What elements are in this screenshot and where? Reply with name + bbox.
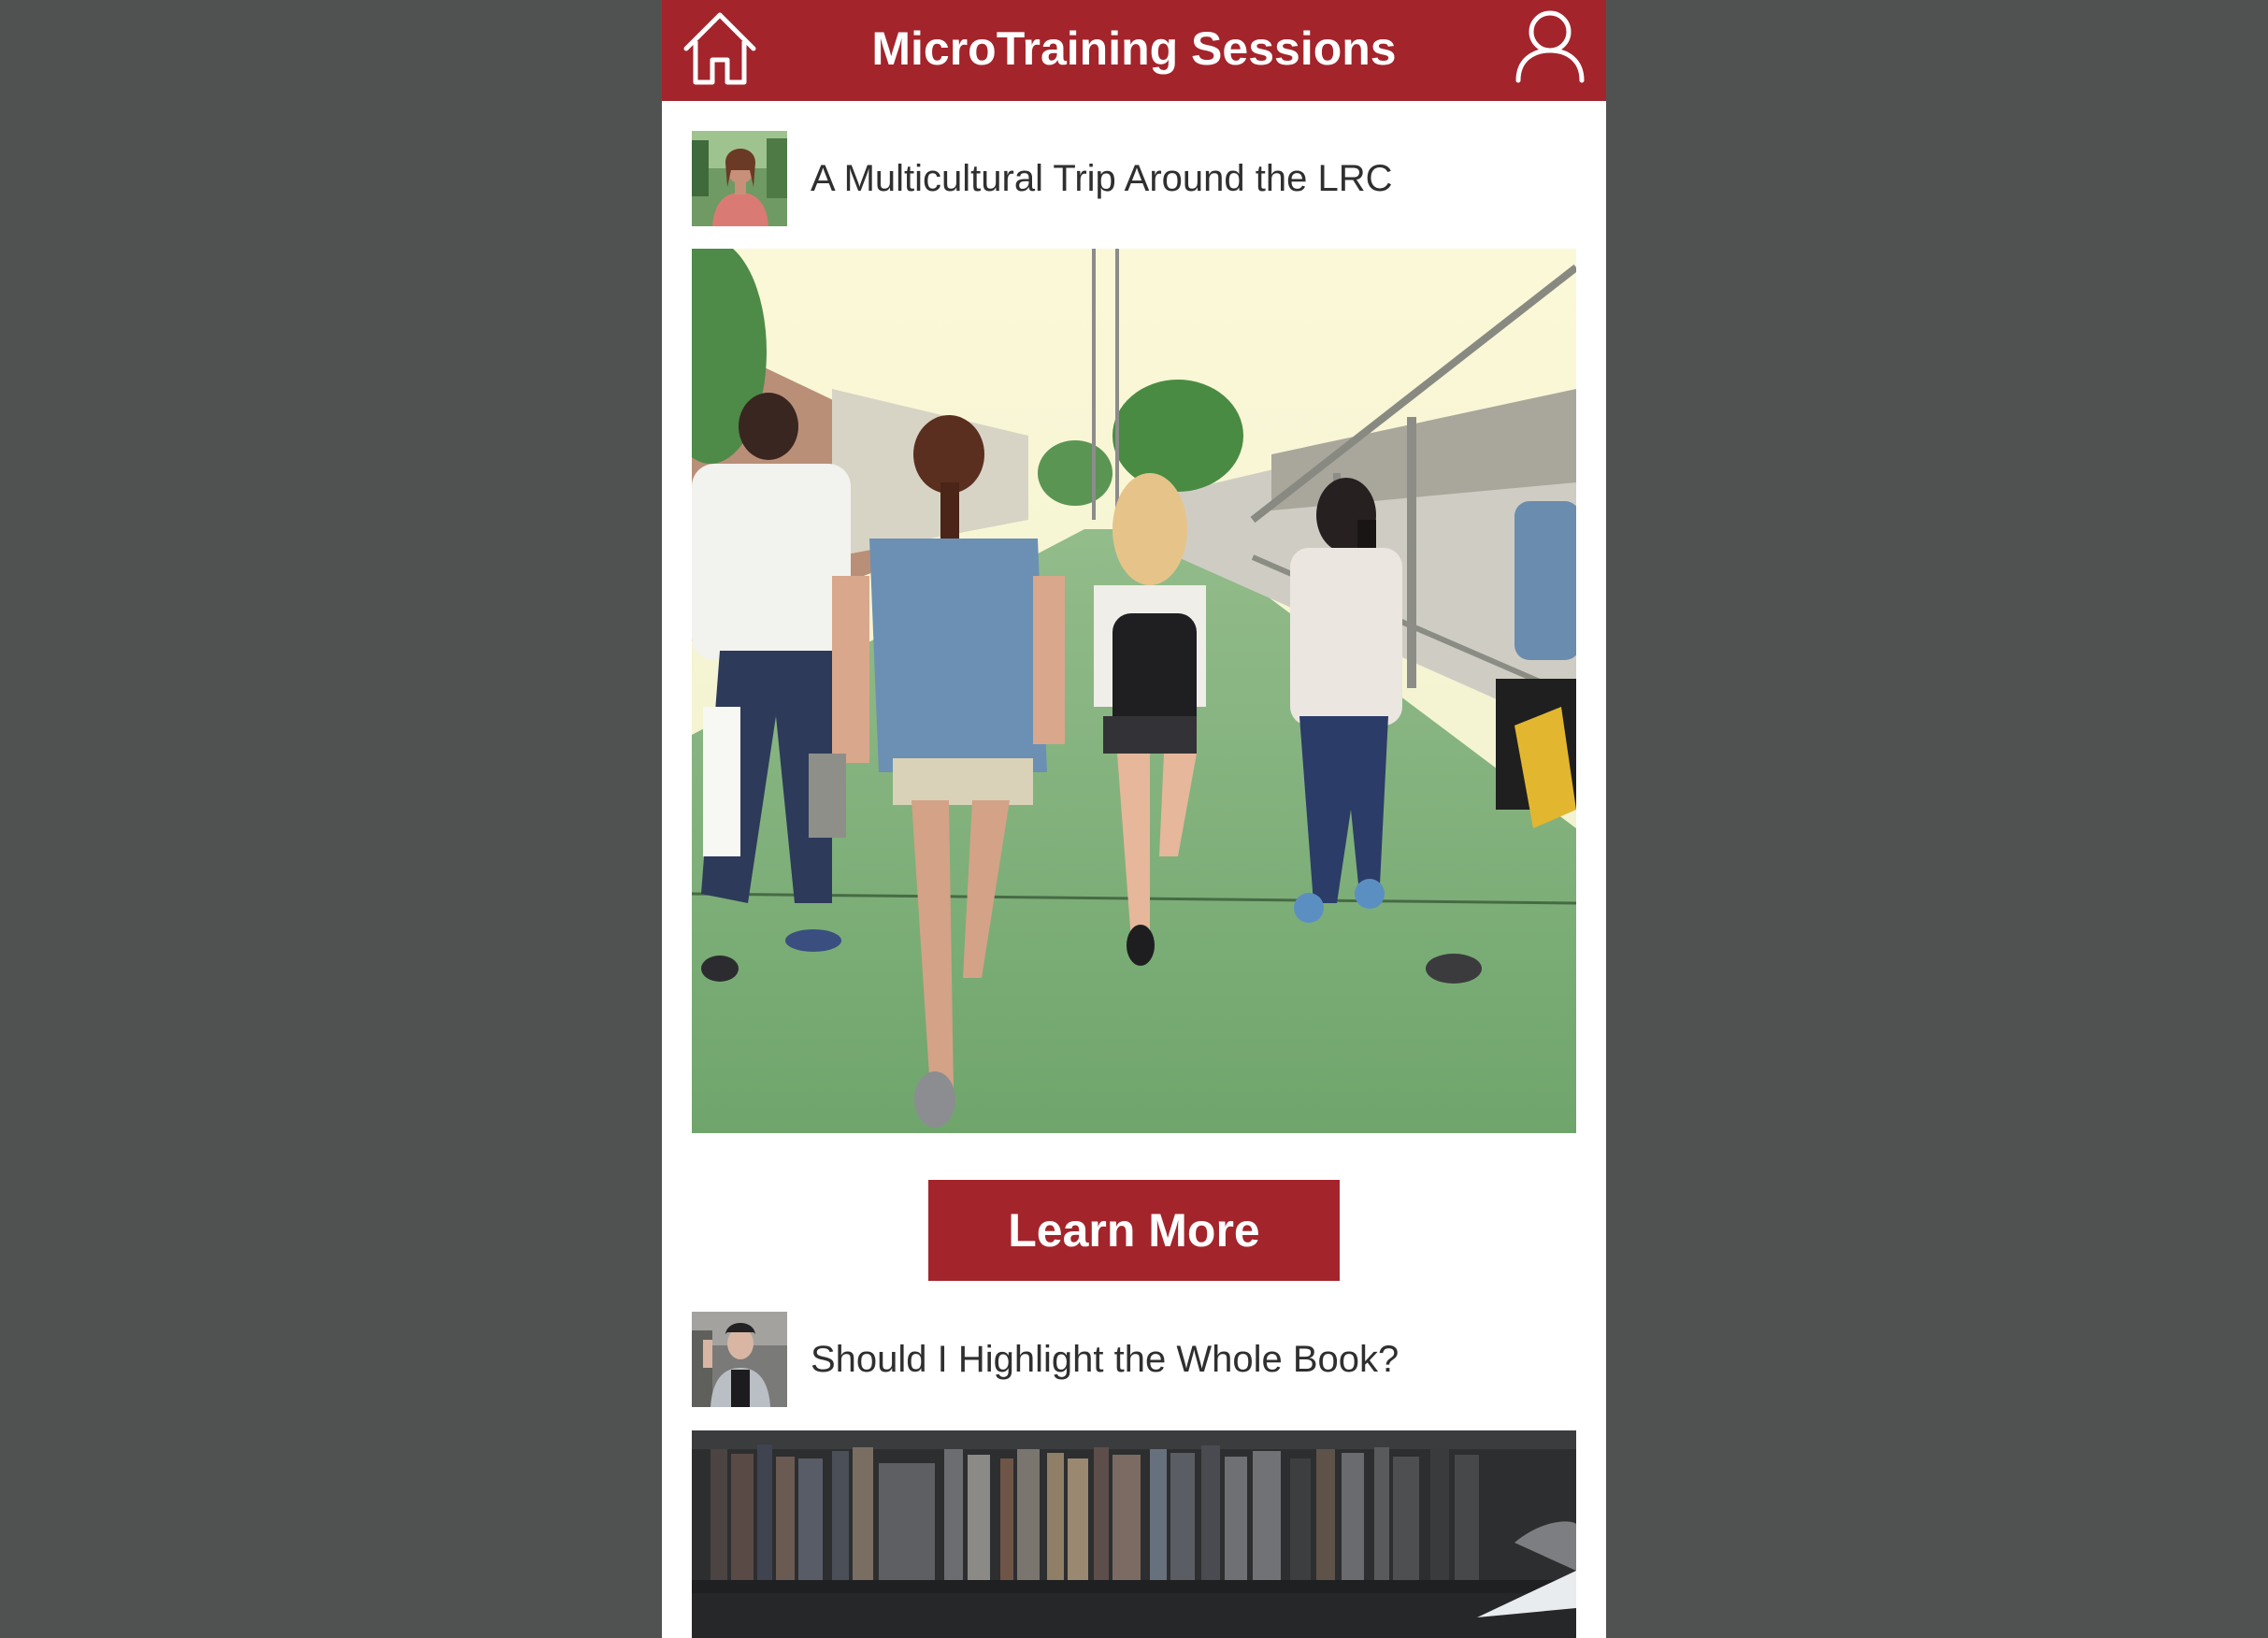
students-walking-photo (692, 249, 1576, 1133)
profile-button[interactable] (1513, 6, 1587, 86)
bookshelf-photo (692, 1430, 1576, 1638)
learn-more-button[interactable]: Learn More (928, 1180, 1340, 1281)
app-header: MicroTraining Sessions (662, 0, 1606, 101)
presenter-avatar (692, 1312, 787, 1407)
page-title: MicroTraining Sessions (871, 22, 1397, 75)
user-profile-icon (1515, 10, 1585, 83)
session-item[interactable]: Should I Highlight the Whole Book? (692, 1312, 1576, 1407)
session-title[interactable]: Should I Highlight the Whole Book? (811, 1334, 1399, 1385)
session-title[interactable]: A Multicultural Trip Around the LRC (811, 153, 1393, 204)
app-screen: MicroTraining Sessions A Multicultural T… (662, 0, 1606, 1638)
session-item[interactable]: A Multicultural Trip Around the LRC (692, 131, 1576, 226)
presenter-avatar (692, 131, 787, 226)
